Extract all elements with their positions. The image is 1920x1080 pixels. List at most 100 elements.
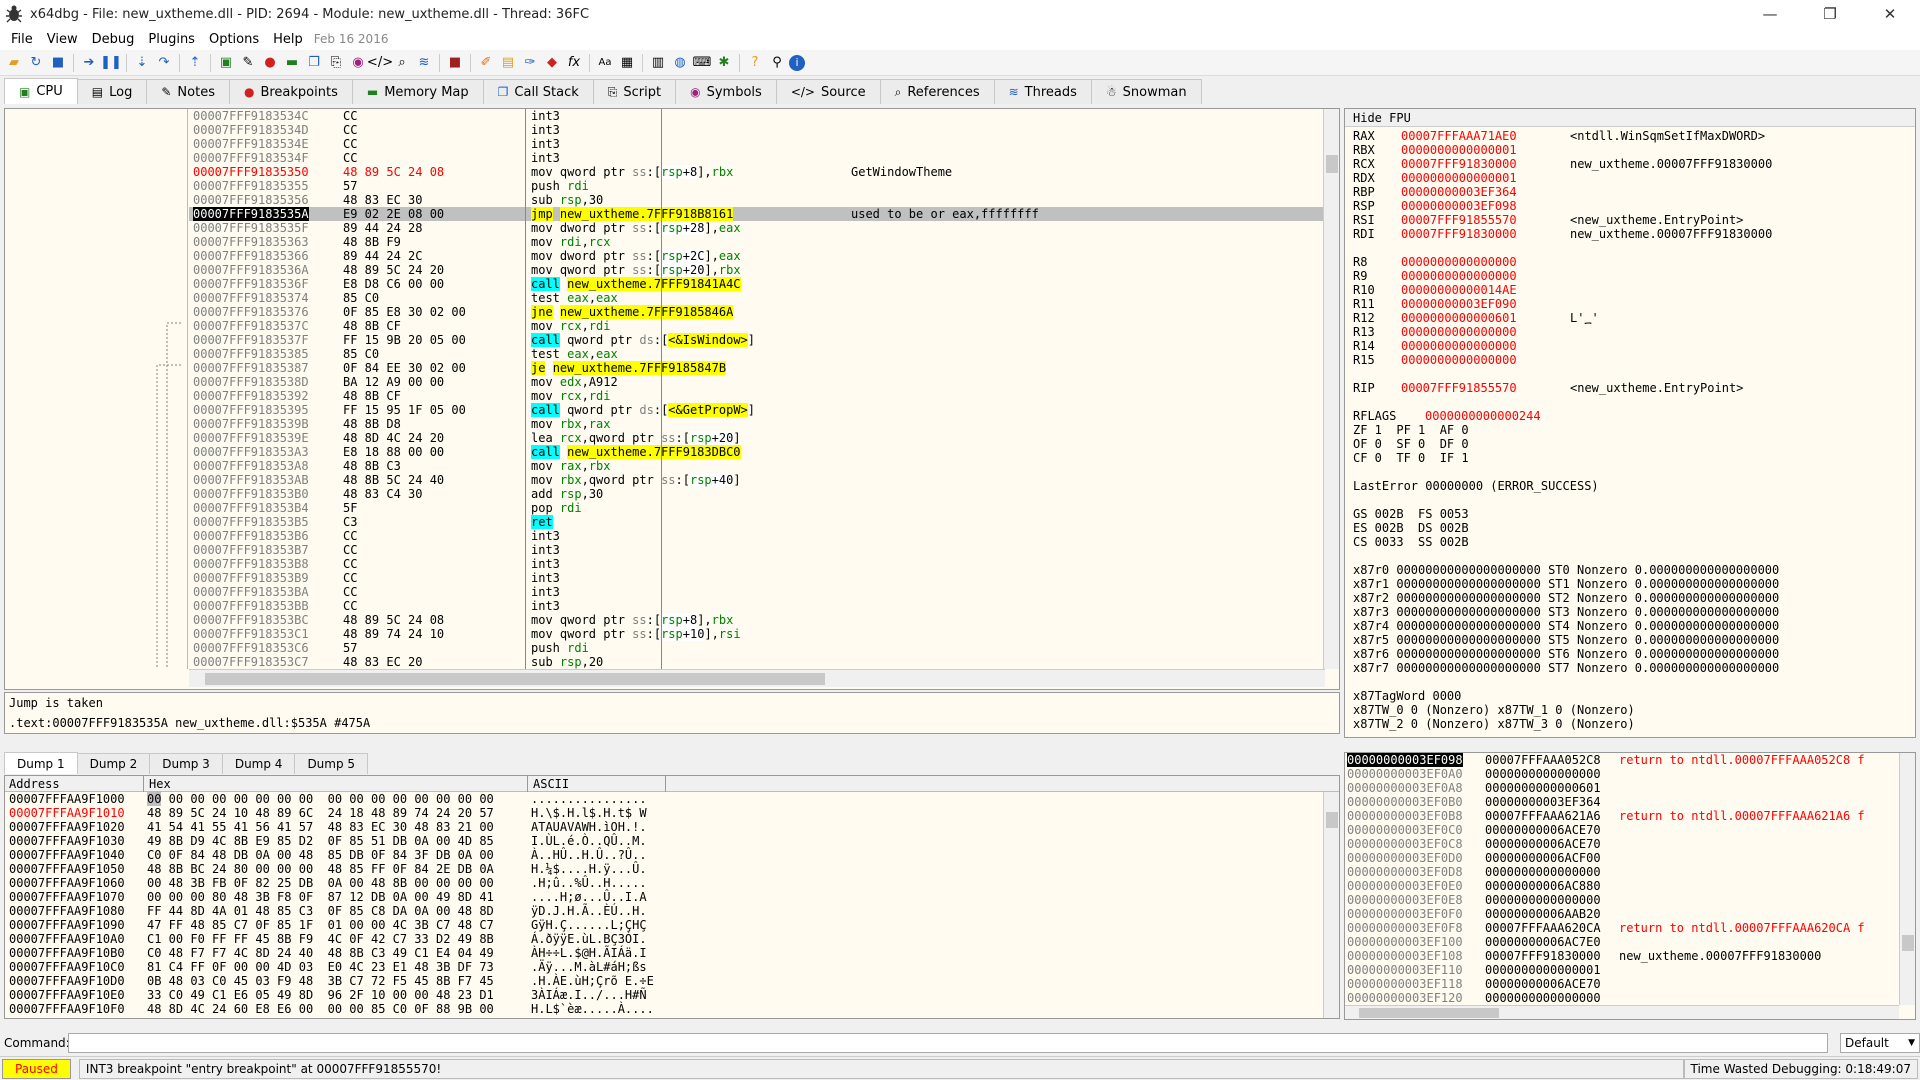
restart-icon[interactable]: ↻ (26, 53, 46, 73)
disasm-row[interactable]: 00007FFF918353BA CC int3 (189, 585, 1325, 599)
dump-row[interactable]: 00007FFFAA9F1090 47 FF 48 85 C7 0F 85 1F … (5, 918, 1339, 932)
disasm-row[interactable]: 00007FFF918353B0 48 83 C4 30 add rsp,30 (189, 487, 1325, 501)
menu-options[interactable]: Options (202, 32, 266, 47)
register-row[interactable]: RDI 00007FFF91830000 new_uxtheme.00007FFF9… (1345, 227, 1915, 241)
dump-header-address[interactable]: Address (5, 777, 60, 791)
register-value[interactable]: 0000000000000000 (1401, 353, 1517, 367)
memory-map-icon[interactable]: ▬ (282, 53, 302, 73)
run-icon[interactable]: ➔ (79, 53, 99, 73)
dump-row[interactable]: 00007FFFAA9F1030 49 8B D9 4C 8B E9 85 D2 … (5, 834, 1339, 848)
register-row[interactable]: RSP 00000000003EF098 (1345, 199, 1915, 213)
tab-script[interactable]: ⎘ Script (592, 79, 677, 104)
dump-hex[interactable]: 48 8D 4C 24 60 E8 E6 00 00 00 85 C0 0F 8… (147, 1002, 494, 1016)
dump-ascii[interactable]: ATAUAVAWH.ìOH.!. (531, 820, 647, 834)
disasm-row[interactable]: 00007FFF91835366 89 44 24 2C mov dword ptr… (189, 249, 1325, 263)
dump-hex[interactable]: 41 54 41 55 41 56 41 57 48 83 EC 30 48 8… (147, 820, 494, 834)
stack-row[interactable]: 00000000003EF0F8 00007FFFAAA620CA return t… (1345, 921, 1915, 935)
register-value[interactable]: 0000000000000001 (1401, 143, 1517, 157)
register-row[interactable]: RFLAGS 0000000000000244 (1345, 409, 1915, 423)
dump-list[interactable]: 00007FFFAA9F1000 00 00 00 00 00 00 00 00 … (5, 792, 1339, 1016)
register-row[interactable]: R8 0000000000000000 (1345, 255, 1915, 269)
about-icon[interactable]: i (789, 54, 805, 71)
functions-icon[interactable]: ◆ (542, 53, 562, 73)
disasm-row[interactable]: 00007FFF91835376 0F 85 E8 30 02 00 jne new… (189, 305, 1325, 319)
dump-ascii[interactable]: H.¼$....H.ÿ...Û. (531, 862, 647, 876)
disasm-row[interactable]: 00007FFF918353C1 48 89 74 24 10 mov qword … (189, 627, 1325, 641)
disasm-row[interactable]: 00007FFF91835385 85 C0 test eax,eax (189, 347, 1325, 361)
stack-row[interactable]: 00000000003EF0A0 0000000000000000 (1345, 767, 1915, 781)
open-icon[interactable]: ▰ (4, 53, 24, 73)
register-value[interactable]: 00000000000014AE (1401, 283, 1517, 297)
dump-row[interactable]: 00007FFFAA9F10A0 C1 00 F0 FF FF 45 8B F9 … (5, 932, 1339, 946)
menu-file[interactable]: File (4, 32, 40, 47)
bookmarks-icon[interactable]: ✑ (520, 53, 540, 73)
command-input[interactable] (68, 1033, 1828, 1053)
dump-ascii[interactable]: ÀH÷÷L.$@H.ÃIÁä.I (531, 946, 647, 960)
register-value[interactable]: 00000000003EF364 (1401, 185, 1517, 199)
register-row[interactable]: RBX 0000000000000001 (1345, 143, 1915, 157)
register-row[interactable]: RAX 00007FFFAAA71AE0 <ntdll.WinSqmSetIfMax… (1345, 129, 1915, 143)
disasm-row[interactable]: 00007FFF9183539B 48 8B D8 mov rbx,rax (189, 417, 1325, 431)
cpu-view-icon[interactable]: ▣ (216, 53, 236, 73)
disasm-row[interactable]: 00007FFF9183536A 48 89 5C 24 20 mov qword … (189, 263, 1325, 277)
dump-hex[interactable]: 00 48 3B FB 0F 82 25 DB 0A 00 48 8B 00 0… (147, 876, 494, 890)
stack-row[interactable]: 00000000003EF098 00007FFFAAA052C8 return t… (1345, 753, 1915, 767)
stack-row[interactable]: 00000000003EF118 00000000006ACE70 (1345, 977, 1915, 991)
stack-pane[interactable]: 00000000003EF098 00007FFFAAA052C8 return t… (1344, 752, 1916, 1020)
tab-dump-4[interactable]: Dump 4 (221, 753, 296, 774)
dump-hex[interactable]: 00 00 00 00 00 00 00 00 00 00 00 00 00 0… (147, 792, 494, 806)
dump-ascii[interactable]: 3ÀIÁæ.I../...H#Ñ (531, 988, 647, 1002)
dump-ascii[interactable]: ................ (531, 792, 647, 806)
comments-icon[interactable]: ✐ (476, 53, 496, 73)
tab-dump-1[interactable]: Dump 1 (4, 752, 78, 774)
register-value[interactable]: 00000000003EF090 (1401, 297, 1517, 311)
step-over-icon[interactable]: ↷ (154, 53, 174, 73)
dump-ascii[interactable]: I.ÙL.é.Ò..QÛ..M. (531, 834, 647, 848)
disasm-row[interactable]: 00007FFF91835395 FF 15 95 1F 05 00 call qw… (189, 403, 1325, 417)
tab-dump-5[interactable]: Dump 5 (294, 753, 369, 774)
dump-row[interactable]: 00007FFFAA9F1050 48 8B BC 24 80 00 00 00 … (5, 862, 1339, 876)
register-row[interactable]: RSI 00007FFF91855570 <new_uxtheme.EntryPoi… (1345, 213, 1915, 227)
source-icon[interactable]: </> (367, 53, 393, 73)
dump-row[interactable]: 00007FFFAA9F10F0 48 8D 4C 24 60 E8 E6 00 … (5, 1002, 1339, 1016)
close-button[interactable]: ✕ (1860, 0, 1920, 28)
register-row[interactable]: R11 00000000003EF090 (1345, 297, 1915, 311)
dump-row[interactable]: 00007FFFAA9F1040 C0 0F 84 48 DB 0A 00 48 … (5, 848, 1339, 862)
register-row[interactable]: R13 0000000000000000 (1345, 325, 1915, 339)
register-value[interactable]: 0000000000000000 (1401, 255, 1517, 269)
register-value[interactable]: 0000000000000601 (1401, 311, 1517, 325)
register-value[interactable]: 0000000000000000 (1401, 325, 1517, 339)
references-icon[interactable]: ⌕ (392, 53, 412, 73)
breakpoint-icon[interactable]: ● (260, 53, 280, 73)
register-row[interactable]: R9 0000000000000000 (1345, 269, 1915, 283)
disasm-row[interactable]: 00007FFF9183534E CC int3 (189, 137, 1325, 151)
stack-row[interactable]: 00000000003EF108 00007FFF91830000 new_uxth… (1345, 949, 1915, 963)
stack-row[interactable]: 00000000003EF110 0000000000000001 (1345, 963, 1915, 977)
dump-ascii[interactable]: .H.ÀE.ùH;Çrõ E.÷E (531, 974, 654, 988)
dump-pane[interactable]: Address Hex ASCII 00007FFFAA9F1000 00 00 … (4, 775, 1340, 1019)
disasm-row[interactable]: 00007FFF9183539E 48 8D 4C 24 20 lea rcx,qw… (189, 431, 1325, 445)
dump-row[interactable]: 00007FFFAA9F1010 48 89 5C 24 10 48 89 6C … (5, 806, 1339, 820)
minimize-button[interactable]: — (1740, 0, 1800, 28)
registers-pane[interactable]: Hide FPU RAX 00007FFFAAA71AE0 <ntdll.WinSq… (1344, 108, 1916, 738)
dump-ascii[interactable]: H.\$.H.l$.H.t$ W (531, 806, 647, 820)
tab-snowman[interactable]: ☃ Snowman (1090, 79, 1202, 104)
register-value[interactable]: 0000000000000000 (1401, 269, 1517, 283)
execute-till-return-icon[interactable]: ⇡ (185, 53, 205, 73)
dump-row[interactable]: 00007FFFAA9F10C0 81 C4 FF 0F 00 00 4D 03 … (5, 960, 1339, 974)
disasm-row[interactable]: 00007FFF9183536F E8 D8 C6 00 00 call new_u… (189, 277, 1325, 291)
stack-row[interactable]: 00000000003EF0B0 00000000003EF364 (1345, 795, 1915, 809)
register-list[interactable]: RAX 00007FFFAAA71AE0 <ntdll.WinSqmSetIfMax… (1345, 127, 1915, 731)
disassembly-list[interactable]: 00007FFF9183534C CC int3 00007FFF9183534D CC… (189, 109, 1325, 669)
tab-threads[interactable]: ≋ Threads (993, 79, 1092, 104)
disasm-row[interactable]: 00007FFF918353B5 C3 ret (189, 515, 1325, 529)
menu-plugins[interactable]: Plugins (141, 32, 202, 47)
dump-hex[interactable]: FF 44 8D 4A 01 48 85 C3 0F 85 C8 DA 0A 0… (147, 904, 494, 918)
register-row[interactable] (1345, 241, 1915, 255)
stack-vertical-scrollbar[interactable] (1899, 753, 1915, 1005)
dump-vertical-scrollbar[interactable] (1323, 792, 1339, 1018)
tab-references[interactable]: ⌕ References (879, 79, 995, 104)
disasm-row[interactable]: 00007FFF918353BC 48 89 5C 24 08 mov qword … (189, 613, 1325, 627)
disasm-row[interactable]: 00007FFF91835387 0F 84 EE 30 02 00 je new_… (189, 361, 1325, 375)
register-row[interactable]: RDX 0000000000000001 (1345, 171, 1915, 185)
